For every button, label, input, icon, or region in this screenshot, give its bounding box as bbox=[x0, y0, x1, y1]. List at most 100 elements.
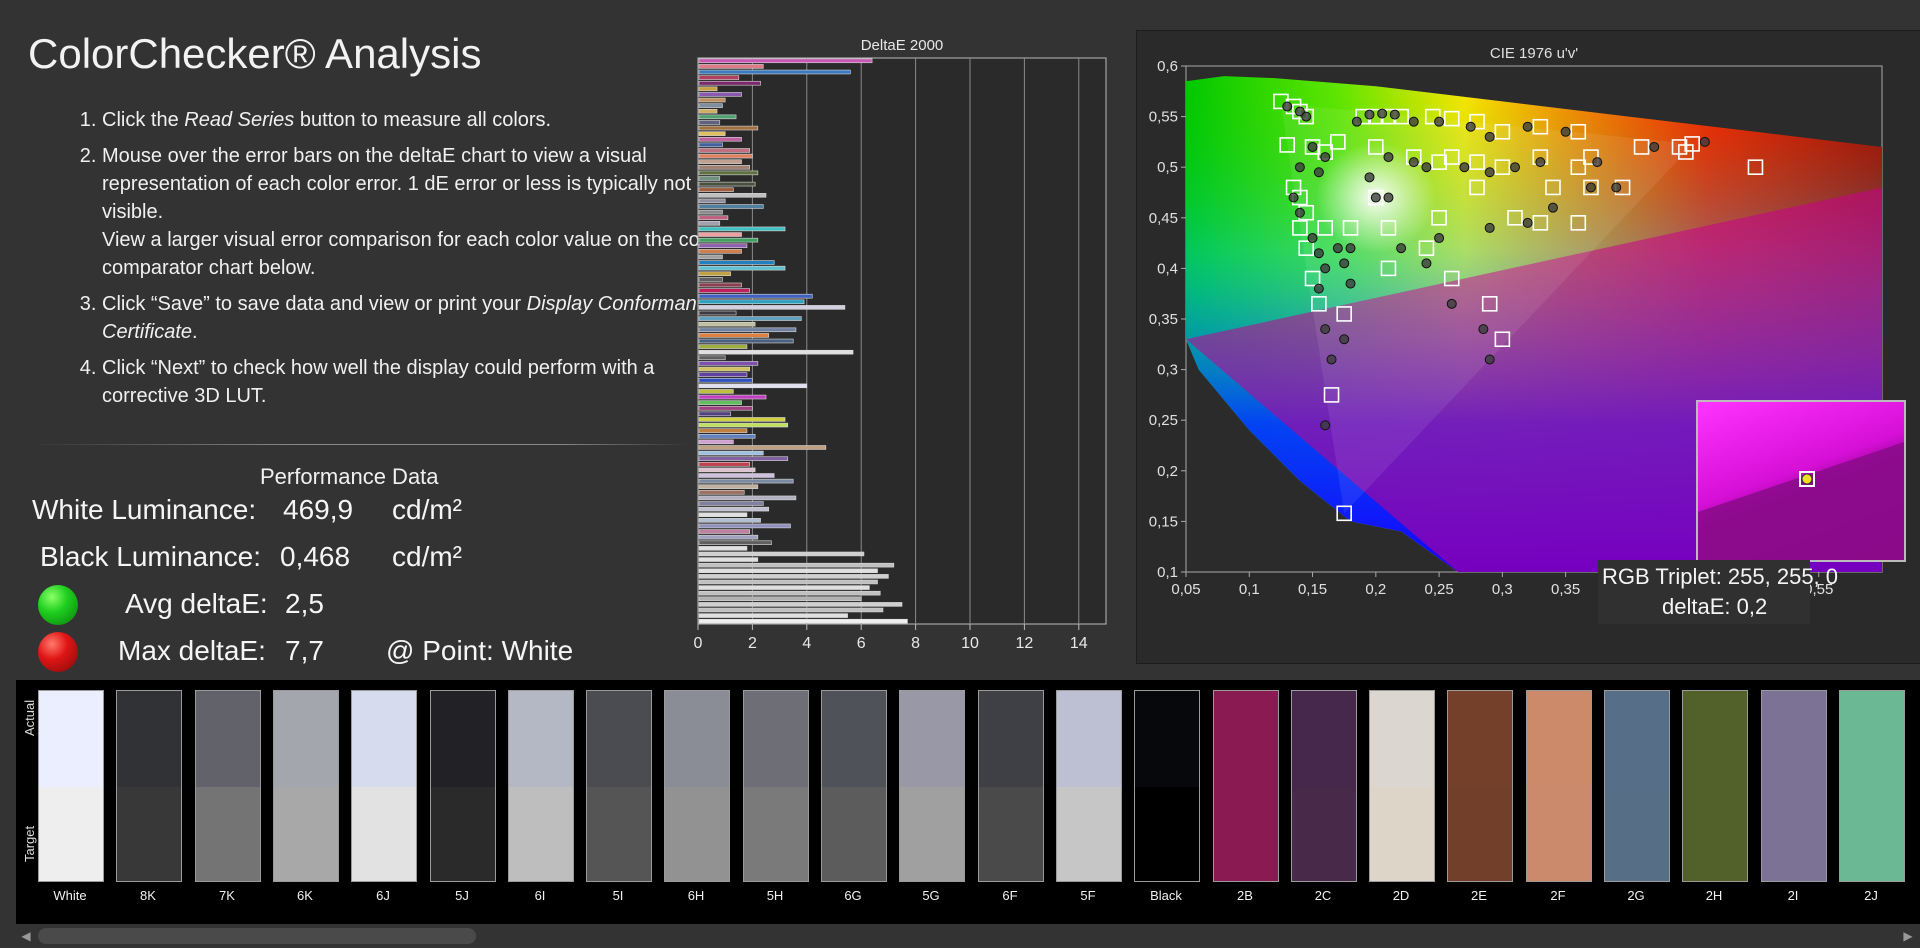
deltae-bar[interactable] bbox=[698, 450, 764, 456]
measured-point[interactable] bbox=[1351, 116, 1362, 127]
measured-point[interactable] bbox=[1339, 334, 1350, 345]
deltae-bar[interactable] bbox=[698, 551, 865, 557]
color-swatch[interactable] bbox=[1447, 690, 1513, 882]
deltae-bar[interactable] bbox=[698, 618, 908, 624]
color-swatch[interactable] bbox=[38, 690, 104, 882]
measured-point[interactable] bbox=[1320, 263, 1331, 274]
deltae-bar[interactable] bbox=[698, 596, 862, 602]
deltae-bar[interactable] bbox=[698, 501, 764, 506]
deltae-bar[interactable] bbox=[698, 372, 748, 377]
deltae-bar[interactable] bbox=[698, 349, 854, 355]
deltae-bar[interactable] bbox=[698, 506, 770, 512]
deltae-bar[interactable] bbox=[698, 142, 723, 148]
deltae-bar[interactable] bbox=[698, 120, 721, 125]
scroll-left-icon[interactable]: ◀ bbox=[18, 928, 34, 944]
deltae-bar[interactable] bbox=[698, 411, 731, 417]
measured-point[interactable] bbox=[1434, 116, 1445, 127]
measured-point[interactable] bbox=[1396, 243, 1407, 254]
deltae-bar[interactable] bbox=[698, 540, 772, 546]
color-swatch[interactable] bbox=[743, 690, 809, 882]
measured-point[interactable] bbox=[1699, 136, 1710, 147]
measured-point[interactable] bbox=[1560, 126, 1571, 137]
measured-point[interactable] bbox=[1478, 324, 1489, 335]
color-swatch[interactable] bbox=[1682, 690, 1748, 882]
measured-point[interactable] bbox=[1383, 192, 1394, 203]
deltae-bar[interactable] bbox=[698, 215, 729, 220]
color-swatch[interactable] bbox=[1839, 690, 1905, 882]
deltae-bar[interactable] bbox=[698, 136, 742, 142]
deltae-bar[interactable] bbox=[698, 198, 726, 204]
deltae-bar[interactable] bbox=[698, 64, 764, 69]
color-swatch[interactable] bbox=[195, 690, 261, 882]
deltae-bar[interactable] bbox=[698, 310, 737, 316]
deltae-bar[interactable] bbox=[698, 383, 808, 389]
deltae-bar[interactable] bbox=[698, 254, 723, 260]
color-swatch[interactable] bbox=[978, 690, 1044, 882]
deltae-bar[interactable] bbox=[698, 400, 742, 405]
deltae-bar[interactable] bbox=[698, 148, 750, 153]
measured-point[interactable] bbox=[1313, 283, 1324, 294]
deltae-bar[interactable] bbox=[698, 529, 750, 534]
deltae-bar[interactable] bbox=[698, 265, 786, 271]
measured-point[interactable] bbox=[1434, 233, 1445, 244]
deltae-bar[interactable] bbox=[698, 282, 742, 288]
measured-point[interactable] bbox=[1339, 258, 1350, 269]
color-swatch[interactable] bbox=[430, 690, 496, 882]
deltae-bar[interactable] bbox=[698, 226, 786, 232]
deltae-bar[interactable] bbox=[698, 153, 753, 159]
deltae-bar[interactable] bbox=[698, 86, 718, 92]
deltae-bar[interactable] bbox=[698, 613, 848, 618]
deltae-bar[interactable] bbox=[698, 260, 775, 265]
measured-point[interactable] bbox=[1377, 108, 1388, 119]
measured-point[interactable] bbox=[1510, 162, 1521, 173]
measured-point[interactable] bbox=[1484, 167, 1495, 178]
deltae-bar[interactable] bbox=[698, 209, 723, 215]
color-swatch[interactable] bbox=[1213, 690, 1279, 882]
deltae-bar[interactable] bbox=[698, 439, 734, 445]
color-swatch[interactable] bbox=[821, 690, 887, 882]
measured-point[interactable] bbox=[1345, 278, 1356, 289]
deltae-bar[interactable] bbox=[698, 327, 797, 333]
deltae-bar[interactable] bbox=[698, 355, 726, 361]
deltae-bar[interactable] bbox=[698, 490, 745, 495]
deltae-bar[interactable] bbox=[698, 80, 761, 86]
deltae-bar[interactable] bbox=[698, 232, 742, 237]
deltae-bar[interactable] bbox=[698, 131, 726, 136]
deltae-bar[interactable] bbox=[698, 271, 731, 277]
deltae-bar[interactable] bbox=[698, 75, 740, 80]
deltae-bar[interactable] bbox=[698, 574, 889, 579]
measured-point[interactable] bbox=[1522, 121, 1533, 132]
measured-point[interactable] bbox=[1364, 109, 1375, 120]
color-swatch[interactable] bbox=[1134, 690, 1200, 882]
color-swatch[interactable] bbox=[1369, 690, 1435, 882]
deltae-bar[interactable] bbox=[698, 243, 748, 248]
deltae-bar[interactable] bbox=[698, 103, 723, 108]
measured-point[interactable] bbox=[1326, 354, 1337, 365]
color-swatch[interactable] bbox=[1604, 690, 1670, 882]
deltae-bar[interactable] bbox=[698, 58, 873, 64]
deltae-bar[interactable] bbox=[698, 518, 761, 523]
measured-point[interactable] bbox=[1301, 111, 1312, 122]
deltae-bar[interactable] bbox=[698, 170, 759, 176]
deltae-bar[interactable] bbox=[698, 316, 802, 321]
measured-point[interactable] bbox=[1446, 298, 1457, 309]
deltae-bar[interactable] bbox=[698, 389, 734, 394]
measured-point[interactable] bbox=[1459, 162, 1470, 173]
measured-point[interactable] bbox=[1320, 324, 1331, 335]
deltae-bar[interactable] bbox=[698, 181, 756, 187]
scroll-thumb[interactable] bbox=[38, 928, 476, 944]
deltae-bar[interactable] bbox=[698, 305, 846, 310]
measured-point[interactable] bbox=[1307, 141, 1318, 152]
measured-point[interactable] bbox=[1421, 162, 1432, 173]
deltae-bar[interactable] bbox=[698, 602, 903, 607]
measured-point[interactable] bbox=[1313, 167, 1324, 178]
measured-point[interactable] bbox=[1389, 109, 1400, 120]
deltae-bar[interactable] bbox=[698, 338, 794, 344]
measured-point[interactable] bbox=[1313, 248, 1324, 259]
deltae-bar[interactable] bbox=[698, 333, 770, 338]
scroll-right-icon[interactable]: ▶ bbox=[1900, 928, 1916, 944]
color-swatch[interactable] bbox=[273, 690, 339, 882]
color-swatch[interactable] bbox=[1526, 690, 1592, 882]
deltae-bar[interactable] bbox=[698, 277, 723, 282]
deltae-bar[interactable] bbox=[698, 495, 797, 501]
